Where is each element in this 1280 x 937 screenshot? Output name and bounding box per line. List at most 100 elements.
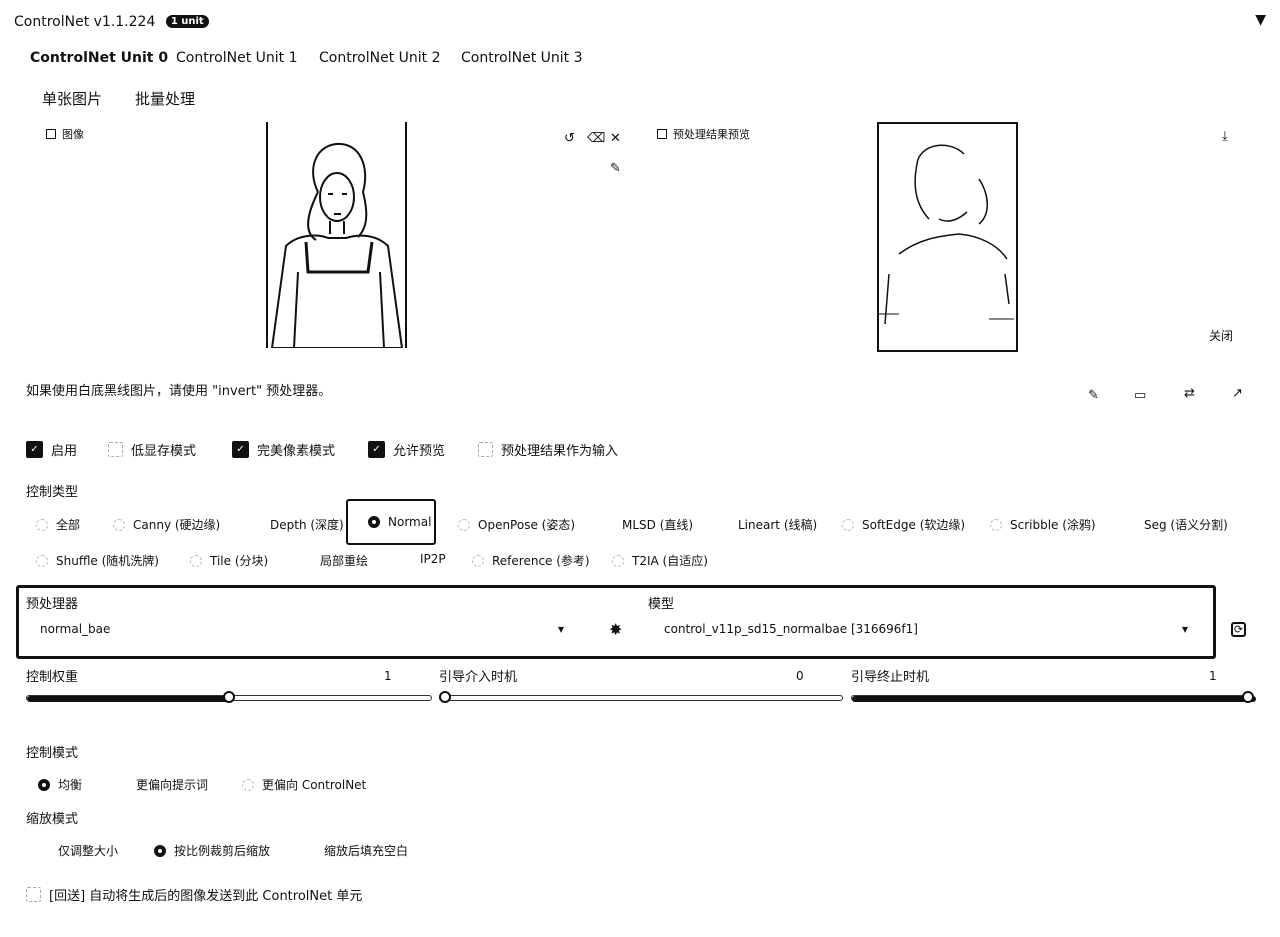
checkbox-preprocessor-as-input[interactable]: 预处理结果作为输入 [478, 440, 618, 459]
radio-tile[interactable]: Tile (分块) [190, 552, 268, 569]
controlnet-header[interactable]: ControlNet v1.1.224 1 unit [14, 14, 209, 30]
slider-handle[interactable] [439, 691, 451, 703]
checkbox-loopback[interactable]: [回送] 自动将生成后的图像发送到此 ControlNet 单元 [26, 885, 362, 904]
radio-t2ia[interactable]: T2IA (自适应) [612, 552, 708, 569]
checkbox-label: 完美像素模式 [257, 444, 336, 459]
undo-icon[interactable]: ↺ [564, 131, 575, 146]
radio-selected-icon [154, 844, 166, 857]
radio-icon [300, 555, 312, 567]
input-image[interactable] [266, 122, 407, 348]
checkbox-label: 预处理结果作为输入 [501, 444, 619, 459]
checkbox-label: [回送] 自动将生成后的图像发送到此 ControlNet 单元 [49, 889, 363, 904]
radio-icon [190, 554, 202, 567]
send-dimensions-icon[interactable]: ↗ [1232, 386, 1243, 401]
preprocessor-dropdown[interactable]: normal_bae ▾ [40, 622, 564, 636]
brush-icon[interactable]: ✎ [610, 161, 621, 176]
slider-fill [852, 696, 1256, 702]
tab-unit-1[interactable]: ControlNet Unit 1 [176, 50, 298, 66]
radio-resize-and-fill[interactable]: 缩放后填充空白 [304, 842, 408, 859]
webcam-icon[interactable]: ▭ [1134, 388, 1146, 403]
radio-just-resize[interactable]: 仅调整大小 [38, 842, 118, 859]
slider-guidance-end[interactable] [851, 691, 1256, 703]
checkbox-label: 低显存模式 [131, 444, 197, 459]
close-preview-button[interactable]: 关闭 [1209, 327, 1233, 344]
tab-unit-2[interactable]: ControlNet Unit 2 [319, 50, 441, 66]
checkbox-label: 启用 [51, 444, 78, 459]
radio-scribble[interactable]: Scribble (涂鸦) [990, 516, 1096, 533]
preprocessor-value: normal_bae [40, 622, 111, 636]
radio-label: OpenPose (姿态) [478, 518, 576, 532]
slider-weight[interactable] [26, 691, 432, 703]
tab-unit-0[interactable]: ControlNet Unit 0 [30, 50, 168, 66]
radio-ip2p[interactable]: IP2P [400, 552, 446, 566]
radio-label: T2IA (自适应) [632, 554, 708, 568]
radio-lineart[interactable]: Lineart (线稿) [718, 516, 817, 533]
slider-value-weight[interactable]: 1 [384, 669, 392, 683]
radio-normal[interactable]: Normal [346, 499, 436, 545]
swap-dimensions-icon[interactable]: ⇄ [1184, 386, 1195, 401]
radio-seg[interactable]: Seg (语义分割) [1124, 516, 1228, 533]
image-icon [657, 129, 667, 139]
radio-icon [602, 519, 614, 531]
control-type-label: 控制类型 [26, 485, 79, 500]
radio-icon [842, 518, 854, 531]
refresh-models-icon[interactable]: ⟳ [1231, 622, 1246, 637]
radio-controlnet-important[interactable]: 更偏向 ControlNet [242, 776, 366, 793]
slider-label-start: 引导介入时机 [439, 670, 518, 685]
checkbox-allow-preview[interactable]: ✓ 允许预览 [368, 440, 445, 459]
control-mode-label: 控制模式 [26, 746, 79, 761]
radio-icon [612, 554, 624, 567]
radio-icon [718, 519, 730, 531]
radio-canny[interactable]: Canny (硬边缘) [113, 516, 220, 533]
checkbox-empty-icon [26, 887, 41, 902]
check-icon: ✓ [368, 441, 385, 458]
radio-label: 局部重绘 [320, 554, 369, 568]
radio-crop-and-resize[interactable]: 按比例裁剪后缩放 [154, 842, 270, 859]
radio-openpose[interactable]: OpenPose (姿态) [458, 516, 575, 533]
radio-label: 缩放后填充空白 [324, 844, 409, 858]
slider-guidance-start[interactable] [439, 691, 843, 703]
header-title: ControlNet v1.1.224 [14, 14, 156, 30]
slider-handle[interactable] [223, 691, 235, 703]
preview-panel-label: 预处理结果预览 [657, 126, 750, 142]
radio-icon [250, 519, 262, 531]
checkbox-enable[interactable]: ✓ 启用 [26, 440, 77, 459]
slider-label-end: 引导终止时机 [851, 670, 930, 685]
checkbox-pixel-perfect[interactable]: ✓ 完美像素模式 [232, 440, 335, 459]
eraser-icon[interactable]: ⌫ [587, 131, 605, 146]
download-icon[interactable]: ⤓ [1222, 129, 1228, 144]
preview-label-text: 预处理结果预览 [673, 128, 750, 141]
collapse-icon[interactable]: ▼ [1255, 12, 1266, 28]
radio-icon [472, 554, 484, 567]
tab-unit-3[interactable]: ControlNet Unit 3 [461, 50, 583, 66]
radio-label: MLSD (直线) [622, 518, 694, 532]
radio-label: Shuffle (随机洗牌) [56, 554, 159, 568]
radio-mlsd[interactable]: MLSD (直线) [602, 516, 693, 533]
radio-balanced[interactable]: 均衡 [38, 776, 82, 793]
radio-prompt-important[interactable]: 更偏向提示词 [116, 776, 208, 793]
radio-shuffle[interactable]: Shuffle (随机洗牌) [36, 552, 159, 569]
run-preprocessor-icon[interactable]: ✸ [609, 620, 622, 639]
radio-label: 仅调整大小 [58, 844, 119, 858]
tab-single-image[interactable]: 单张图片 [42, 88, 102, 109]
radio-softedge[interactable]: SoftEdge (软边缘) [842, 516, 965, 533]
radio-inpaint[interactable]: 局部重绘 [300, 552, 368, 569]
radio-icon [116, 779, 128, 791]
image-label-text: 图像 [62, 128, 84, 141]
radio-reference[interactable]: Reference (参考) [472, 552, 590, 569]
create-canvas-icon[interactable]: ✎ [1088, 388, 1099, 403]
radio-icon [458, 518, 470, 531]
clear-icon[interactable]: ✕ [610, 131, 621, 146]
tab-batch[interactable]: 批量处理 [135, 88, 195, 109]
normal-map-sketch [879, 144, 1014, 325]
radio-depth[interactable]: Depth (深度) [250, 516, 344, 533]
checkbox-low-vram[interactable]: 低显存模式 [108, 440, 196, 459]
slider-value-start[interactable]: 0 [796, 669, 804, 683]
model-dropdown[interactable]: control_v11p_sd15_normalbae [316696f1] ▾ [664, 622, 1188, 636]
radio-icon [36, 554, 48, 567]
radio-icon [304, 845, 316, 857]
radio-selected-icon [368, 516, 380, 528]
slider-handle[interactable] [1242, 691, 1254, 703]
slider-value-end[interactable]: 1 [1209, 669, 1217, 683]
radio-all[interactable]: 全部 [36, 516, 80, 533]
